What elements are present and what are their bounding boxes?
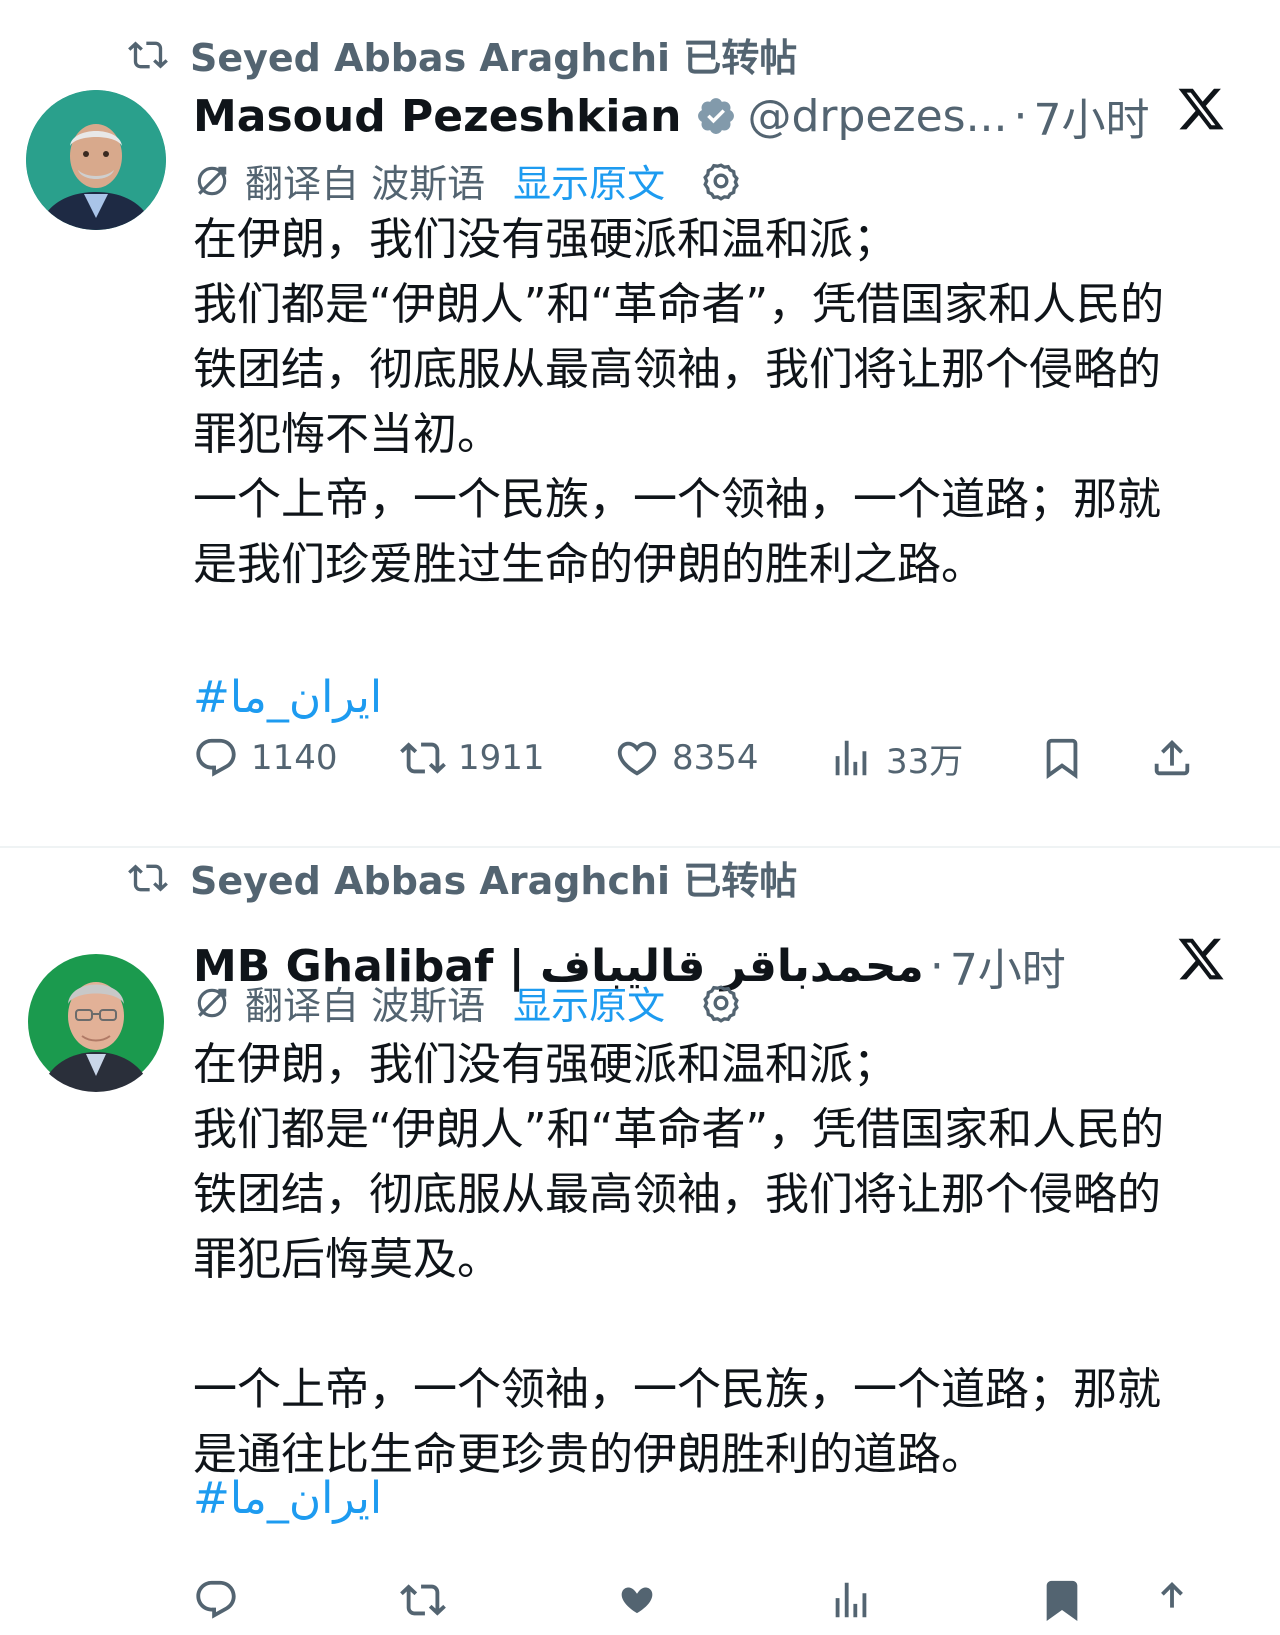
tweet-text-line: 一个上帝，一个领袖，一个民族，一个道路；那就 — [193, 1364, 1161, 1415]
reply-count: 1140 — [251, 738, 338, 778]
separator-dot: · — [929, 940, 944, 992]
gear-icon[interactable] — [701, 983, 741, 1023]
show-original-link[interactable]: 显示原文 — [513, 153, 665, 208]
like-button[interactable]: 8354 — [614, 735, 759, 781]
views-button[interactable] — [828, 1577, 874, 1623]
share-icon — [1161, 1581, 1183, 1608]
translation-label: 翻译自 波斯语 — [245, 162, 486, 206]
like-button[interactable] — [614, 1577, 660, 1623]
bookmark-button[interactable] — [1039, 735, 1085, 781]
translation-label: 翻译自 波斯语 — [245, 984, 486, 1028]
tweet-text-line: 铁团结，彻底服从最高领袖，我们将让那个侵略的 — [193, 344, 1161, 395]
user-handle[interactable]: @drpezes... — [747, 91, 1007, 142]
translation-bar: 翻译自 波斯语 显示原文 — [193, 975, 741, 1030]
tweet-text-line: 是我们珍爱胜过生命的伊朗的胜利之路。 — [193, 539, 985, 590]
tweet-text-line: 罪犯后悔莫及。 — [193, 1234, 501, 1285]
repost-button[interactable]: 1911 — [400, 735, 545, 781]
views-bar-chart-icon — [835, 740, 867, 776]
views-count: 33万 — [886, 741, 964, 782]
tweet-text-blank-line — [193, 1292, 1253, 1357]
translate-icon — [197, 988, 227, 1017]
repost-icon — [128, 40, 168, 69]
views-button[interactable]: 33万 — [828, 734, 963, 783]
repost-label[interactable]: Seyed Abbas Araghchi 已转帖 — [190, 850, 797, 905]
share-button[interactable] — [1149, 735, 1195, 781]
bookmark-button[interactable] — [1039, 1577, 1085, 1623]
bookmark-icon — [1046, 1580, 1078, 1621]
tweet-text-line: 在伊朗，我们没有强硬派和温和派； — [193, 214, 897, 265]
repost-count: 1911 — [458, 738, 545, 778]
repost-icon — [400, 742, 446, 774]
hashtag-link[interactable]: #ایران_ما — [193, 1473, 382, 1524]
repost-button[interactable] — [400, 1577, 446, 1623]
reply-icon — [196, 738, 236, 777]
tweet-text: 在伊朗，我们没有强硬派和温和派； 我们都是“伊朗人”和“革命者”，凭借国家和人民… — [193, 207, 1253, 597]
share-icon — [1154, 739, 1190, 776]
repost-icon — [128, 863, 168, 892]
repost-label[interactable]: Seyed Abbas Araghchi 已转帖 — [190, 27, 797, 82]
reply-button[interactable]: 1140 — [193, 735, 338, 781]
like-count: 8354 — [672, 738, 759, 778]
show-original-link[interactable]: 显示原文 — [513, 975, 665, 1030]
tweet-text-line: 在伊朗，我们没有强硬派和温和派； — [193, 1039, 897, 1090]
x-logo-icon — [1178, 88, 1224, 130]
tweet[interactable]: Seyed Abbas Araghchi 已转帖 Masoud Pezeshki… — [0, 0, 1280, 848]
avatar[interactable] — [26, 952, 166, 1092]
avatar-image — [26, 90, 166, 230]
share-button[interactable] — [1149, 1577, 1195, 1623]
timestamp[interactable]: 7小时 — [1034, 84, 1150, 148]
tweet-text-line: 罪犯悔不当初。 — [193, 409, 501, 460]
tweet-text: 在伊朗，我们没有强硬派和温和派； 我们都是“伊朗人”和“革命者”，凭借国家和人民… — [193, 1032, 1253, 1487]
verified-badge-icon — [698, 98, 735, 134]
tweet-header: Masoud Pezeshkian @drpezes... · 7小时 — [193, 84, 1150, 148]
translation-bar: 翻译自 波斯语 显示原文 — [193, 153, 741, 208]
display-name[interactable]: Masoud Pezeshkian — [193, 91, 681, 142]
repost-indicator: Seyed Abbas Araghchi 已转帖 — [124, 27, 797, 82]
tweet-text-line: 我们都是“伊朗人”和“革命者”，凭借国家和人民的 — [193, 1104, 1165, 1155]
heart-icon — [617, 741, 657, 776]
timestamp[interactable]: 7小时 — [950, 934, 1066, 998]
tweet-text-line: 铁团结，彻底服从最高领袖，我们将让那个侵略的 — [193, 1169, 1161, 1220]
views-bar-chart-icon — [835, 1582, 867, 1618]
avatar[interactable] — [26, 90, 166, 230]
heart-icon — [621, 1587, 653, 1614]
x-logo-icon — [1178, 938, 1224, 980]
tweet-text-line: 一个上帝，一个民族，一个领袖，一个道路；那就 — [193, 474, 1161, 525]
tweet[interactable]: Seyed Abbas Araghchi 已转帖 MB Ghalibaf | م… — [0, 848, 1280, 1635]
separator-dot: · — [1013, 90, 1028, 142]
repost-icon — [400, 1584, 446, 1616]
repost-indicator: Seyed Abbas Araghchi 已转帖 — [124, 850, 797, 905]
reply-button[interactable] — [193, 1577, 239, 1623]
tweet-text-line: 我们都是“伊朗人”和“革命者”，凭借国家和人民的 — [193, 279, 1165, 330]
hashtag-link[interactable]: #ایران_ما — [193, 672, 382, 723]
gear-icon[interactable] — [701, 161, 741, 201]
bookmark-icon — [1046, 738, 1078, 779]
translate-icon — [197, 166, 227, 195]
reply-icon — [196, 1580, 236, 1619]
avatar-image — [26, 952, 166, 1092]
